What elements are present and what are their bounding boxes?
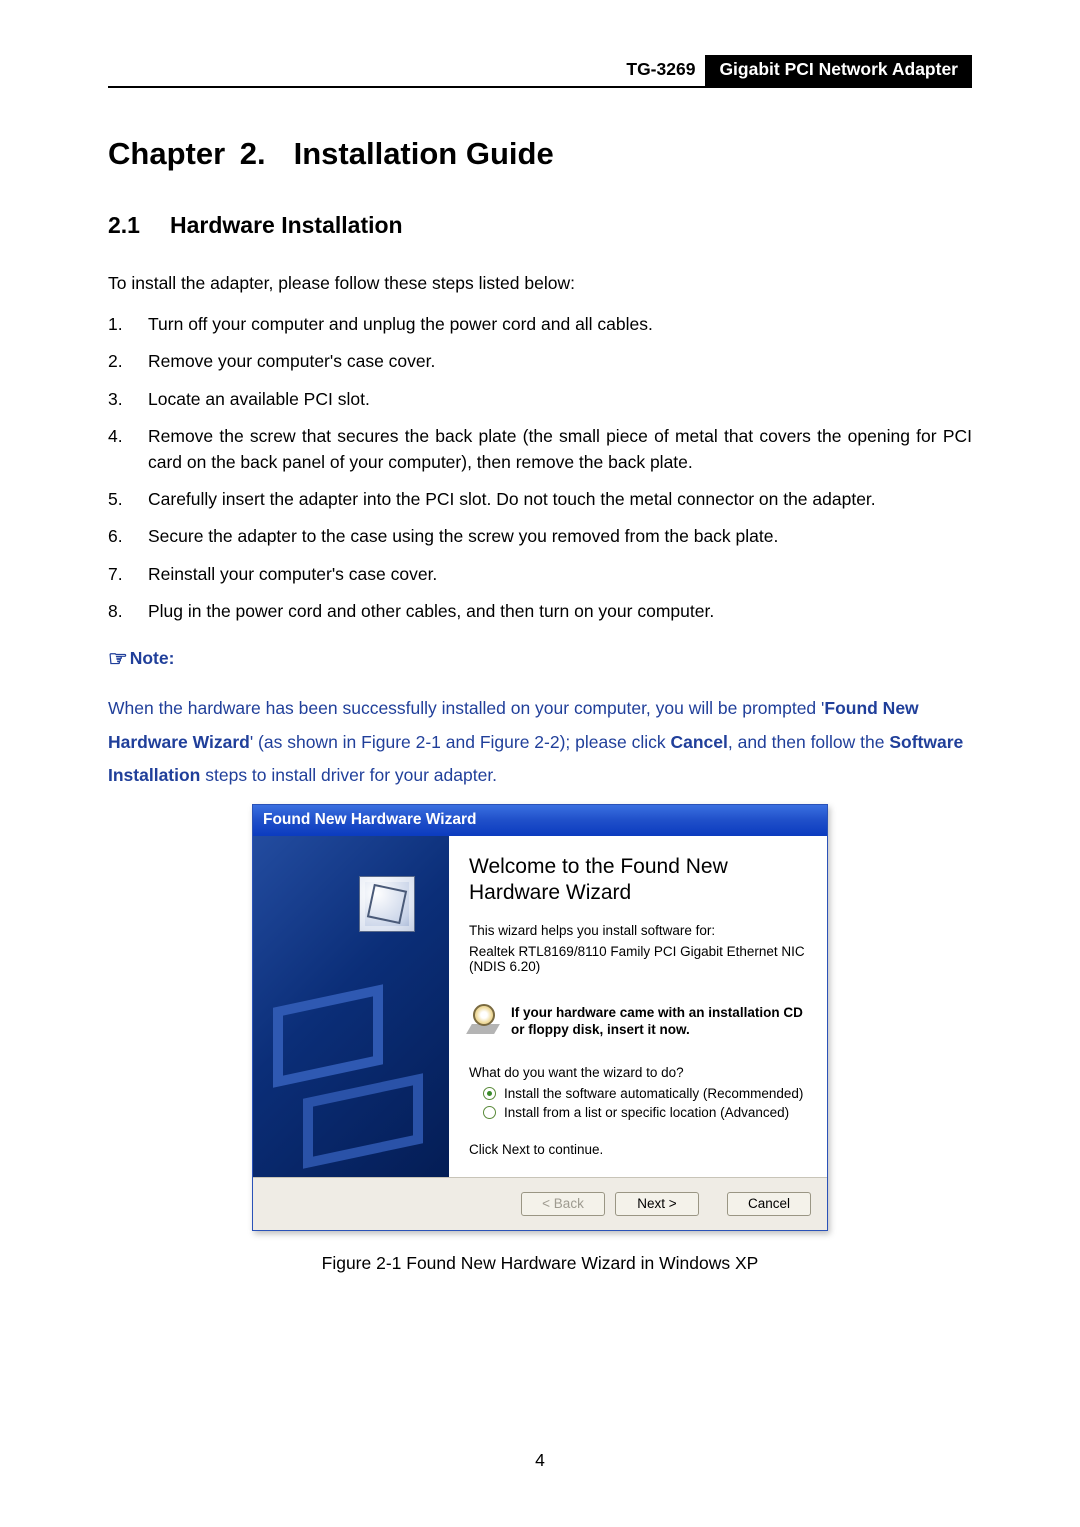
- back-button: < Back: [521, 1192, 605, 1216]
- wizard-option-advanced[interactable]: Install from a list or specific location…: [483, 1105, 815, 1120]
- radio-icon: [483, 1087, 496, 1100]
- pointing-hand-icon: ☞: [108, 646, 128, 671]
- figure-caption: Figure 2-1 Found New Hardware Wizard in …: [108, 1253, 972, 1274]
- list-item: 1.Turn off your computer and unplug the …: [108, 312, 972, 337]
- wizard-titlebar: Found New Hardware Wizard: [253, 805, 827, 836]
- note-label: Note:: [130, 648, 175, 668]
- list-item: 3.Locate an available PCI slot.: [108, 387, 972, 412]
- intro-text: To install the adapter, please follow th…: [108, 273, 972, 294]
- wizard-side-graphic: [253, 836, 449, 1177]
- chapter-number: Chapter 2.: [108, 136, 266, 171]
- radio-icon: [483, 1106, 496, 1119]
- install-steps: 1.Turn off your computer and unplug the …: [108, 312, 972, 624]
- next-button[interactable]: Next >: [615, 1192, 699, 1216]
- list-item: 8.Plug in the power cord and other cable…: [108, 599, 972, 624]
- section-title: Hardware Installation: [170, 212, 403, 238]
- page-number: 4: [0, 1450, 1080, 1471]
- wizard-main: Welcome to the Found New Hardware Wizard…: [449, 836, 827, 1177]
- wizard-device-name: Realtek RTL8169/8110 Family PCI Gigabit …: [469, 944, 815, 974]
- note-heading: ☞Note:: [108, 646, 972, 672]
- wizard-dialog: Found New Hardware Wizard Welcome to the…: [252, 804, 828, 1231]
- wizard-heading: Welcome to the Found New Hardware Wizard: [469, 854, 815, 907]
- list-item: 2.Remove your computer's case cover.: [108, 349, 972, 374]
- wizard-option-auto[interactable]: Install the software automatically (Reco…: [483, 1086, 815, 1101]
- header-model: TG-3269: [616, 55, 705, 86]
- section-number: 2.1: [108, 212, 140, 238]
- section-heading: 2.1 Hardware Installation: [108, 212, 972, 239]
- wizard-question: What do you want the wizard to do?: [469, 1065, 815, 1080]
- list-item: 4.Remove the screw that secures the back…: [108, 424, 972, 475]
- cancel-button[interactable]: Cancel: [727, 1192, 811, 1216]
- note-body: When the hardware has been successfully …: [108, 692, 972, 792]
- chapter-heading: Chapter 2. Installation Guide: [108, 136, 972, 172]
- wizard-continue-text: Click Next to continue.: [469, 1142, 815, 1157]
- wizard-cd-hint: If your hardware came with an installati…: [469, 1004, 815, 1039]
- hardware-icon: [359, 876, 415, 932]
- cd-icon: [469, 1004, 499, 1034]
- wizard-body: Welcome to the Found New Hardware Wizard…: [253, 836, 827, 1177]
- chapter-title: Installation Guide: [294, 136, 554, 171]
- list-item: 5.Carefully insert the adapter into the …: [108, 487, 972, 512]
- wizard-footer: < Back Next > Cancel: [253, 1177, 827, 1230]
- wizard-helps-text: This wizard helps you install software f…: [469, 923, 815, 938]
- header-title: Gigabit PCI Network Adapter: [705, 55, 972, 86]
- list-item: 6.Secure the adapter to the case using t…: [108, 524, 972, 549]
- page-header: TG-3269 Gigabit PCI Network Adapter: [108, 55, 972, 88]
- list-item: 7.Reinstall your computer's case cover.: [108, 562, 972, 587]
- document-page: TG-3269 Gigabit PCI Network Adapter Chap…: [0, 0, 1080, 1274]
